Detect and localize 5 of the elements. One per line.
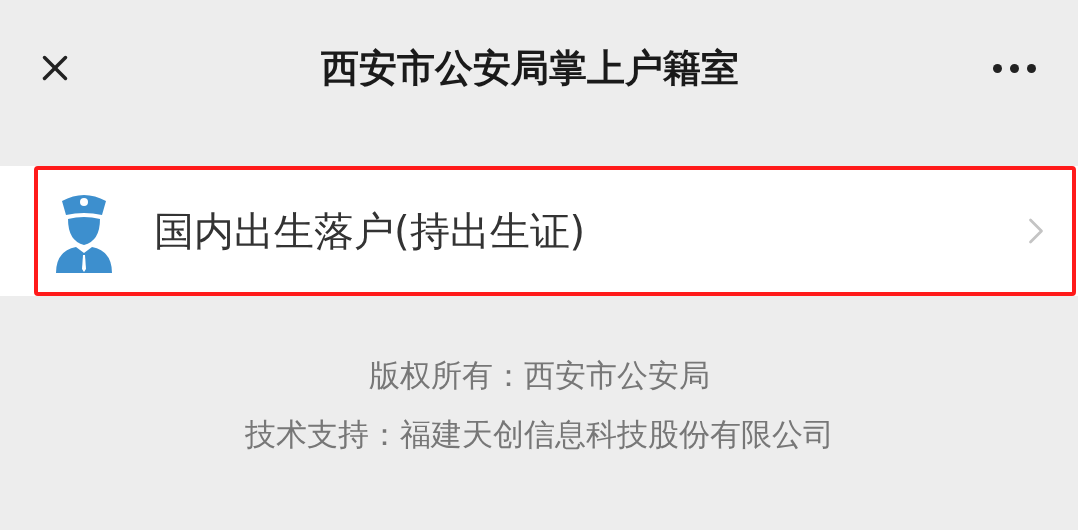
menu-item-label: 国内出生落户(持出生证): [154, 207, 587, 256]
footer-text: 技术支持：福建天创信息科技股份有限公司: [244, 414, 834, 454]
page-title: 西安市公安局掌上户籍室: [321, 44, 739, 92]
footer-text: 版权所有：西安市公安局: [368, 356, 710, 395]
menu-item[interactable]: 国内出生落户(持出生证): [34, 166, 1076, 296]
